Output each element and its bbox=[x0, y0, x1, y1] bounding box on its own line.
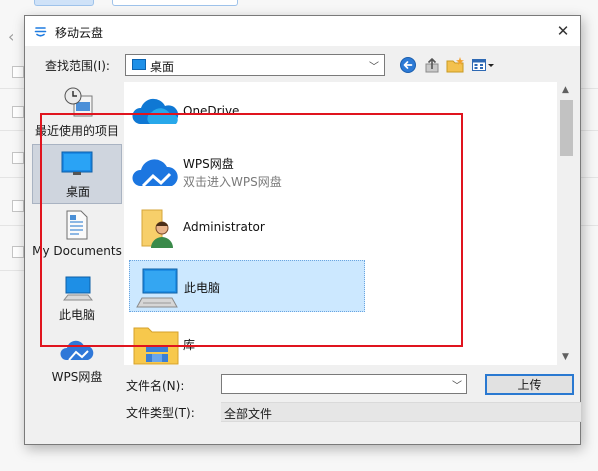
background-row-divider bbox=[0, 177, 26, 178]
place-label: 桌面 bbox=[65, 185, 90, 199]
file-dialog: 移动云盘 ✕ 查找范围(I): 桌面 ﹀ 最近使用的项目 桌面 My Docum… bbox=[24, 15, 581, 445]
file-subtitle: 双击进入WPS网盘 bbox=[183, 175, 282, 189]
look-in-value: 桌面 bbox=[150, 60, 175, 74]
background-row-divider bbox=[580, 130, 598, 131]
file-item-administrator[interactable]: Administrator bbox=[129, 202, 365, 254]
place-recent-items[interactable]: 最近使用的项目 bbox=[32, 84, 122, 144]
background-checkbox bbox=[12, 246, 24, 258]
background-checkbox bbox=[12, 152, 24, 164]
place-label: WPS网盘 bbox=[51, 370, 103, 384]
file-type-dropdown[interactable]: 全部文件 bbox=[221, 402, 581, 422]
new-folder-button[interactable] bbox=[446, 56, 466, 74]
back-button[interactable] bbox=[399, 56, 419, 74]
chevron-down-icon: ﹀ bbox=[369, 62, 379, 73]
background-row-divider bbox=[580, 225, 598, 226]
upload-button[interactable]: 上传 bbox=[485, 374, 574, 395]
background-row-divider bbox=[0, 130, 26, 131]
place-label: 最近使用的项目 bbox=[34, 124, 119, 138]
look-in-label: 查找范围(I): bbox=[45, 59, 110, 73]
file-item-wps-cloud[interactable]: WPS网盘 双击进入WPS网盘 bbox=[129, 144, 365, 196]
chevron-down-icon[interactable]: ﹀ bbox=[452, 377, 462, 392]
up-folder-button[interactable] bbox=[423, 56, 443, 74]
recent-items-icon bbox=[64, 87, 93, 117]
file-item-library[interactable]: 库 bbox=[129, 318, 365, 370]
file-name-input[interactable]: ﹀ bbox=[221, 374, 467, 394]
view-menu-button[interactable] bbox=[471, 56, 497, 74]
file-name: WPS网盘 bbox=[183, 157, 234, 171]
close-icon: ✕ bbox=[556, 22, 570, 40]
place-my-documents[interactable]: My Documents bbox=[32, 208, 122, 268]
user-folder-icon bbox=[141, 209, 173, 248]
cloud-app-icon bbox=[34, 27, 47, 37]
close-button[interactable]: ✕ bbox=[546, 16, 580, 46]
file-name: 此电脑 bbox=[184, 281, 221, 295]
new-folder-icon bbox=[446, 57, 464, 73]
file-type-value: 全部文件 bbox=[224, 407, 273, 421]
scroll-up-icon[interactable]: ▲ bbox=[562, 85, 569, 95]
desktop-icon bbox=[132, 59, 146, 70]
look-in-dropdown[interactable]: 桌面 ﹀ bbox=[125, 54, 385, 76]
chevron-left-icon: ‹ bbox=[8, 27, 15, 46]
background-checkbox bbox=[12, 66, 24, 78]
wps-cloud-icon bbox=[132, 159, 178, 188]
wps-cloud-icon bbox=[60, 340, 94, 361]
place-label: My Documents bbox=[32, 244, 122, 258]
computer-icon bbox=[136, 268, 178, 308]
back-arrow-icon bbox=[400, 57, 416, 73]
documents-icon bbox=[66, 210, 88, 240]
file-type-label: 文件类型(T): bbox=[126, 406, 195, 420]
background-button bbox=[34, 0, 94, 6]
onedrive-cloud-icon bbox=[132, 98, 179, 124]
file-name: Administrator bbox=[183, 220, 265, 234]
background-row-divider bbox=[0, 225, 26, 226]
background-checkbox bbox=[12, 200, 24, 212]
title-bar: 移动云盘 ✕ bbox=[25, 16, 580, 46]
background-button bbox=[112, 0, 238, 6]
file-name-label: 文件名(N): bbox=[126, 379, 185, 393]
file-item-onedrive[interactable]: OneDrive bbox=[129, 86, 365, 138]
file-name: 库 bbox=[183, 338, 196, 352]
computer-icon bbox=[63, 276, 93, 301]
up-folder-icon bbox=[425, 58, 439, 73]
background-checkbox bbox=[12, 106, 24, 118]
scroll-thumb[interactable] bbox=[560, 100, 573, 156]
place-desktop[interactable]: 桌面 bbox=[32, 144, 122, 204]
file-item-this-pc[interactable]: 此电脑 bbox=[129, 260, 365, 312]
place-label: 此电脑 bbox=[58, 308, 95, 322]
background-row-divider bbox=[0, 270, 26, 271]
background-row-divider bbox=[0, 88, 26, 89]
place-wps-cloud[interactable]: WPS网盘 bbox=[32, 332, 122, 392]
background-row-divider bbox=[580, 177, 598, 178]
vertical-scrollbar[interactable]: ▲ ▼ bbox=[557, 82, 577, 365]
view-menu-icon bbox=[472, 59, 494, 71]
dialog-title: 移动云盘 bbox=[55, 26, 104, 40]
library-folder-icon bbox=[133, 327, 179, 365]
desktop-icon bbox=[61, 151, 93, 175]
file-name: OneDrive bbox=[183, 104, 240, 118]
place-this-pc[interactable]: 此电脑 bbox=[32, 270, 122, 330]
places-bar: 最近使用的项目 桌面 My Documents 此电脑 WPS网盘 bbox=[28, 82, 124, 438]
scroll-down-icon[interactable]: ▼ bbox=[562, 352, 569, 362]
background-row-divider bbox=[580, 88, 598, 89]
